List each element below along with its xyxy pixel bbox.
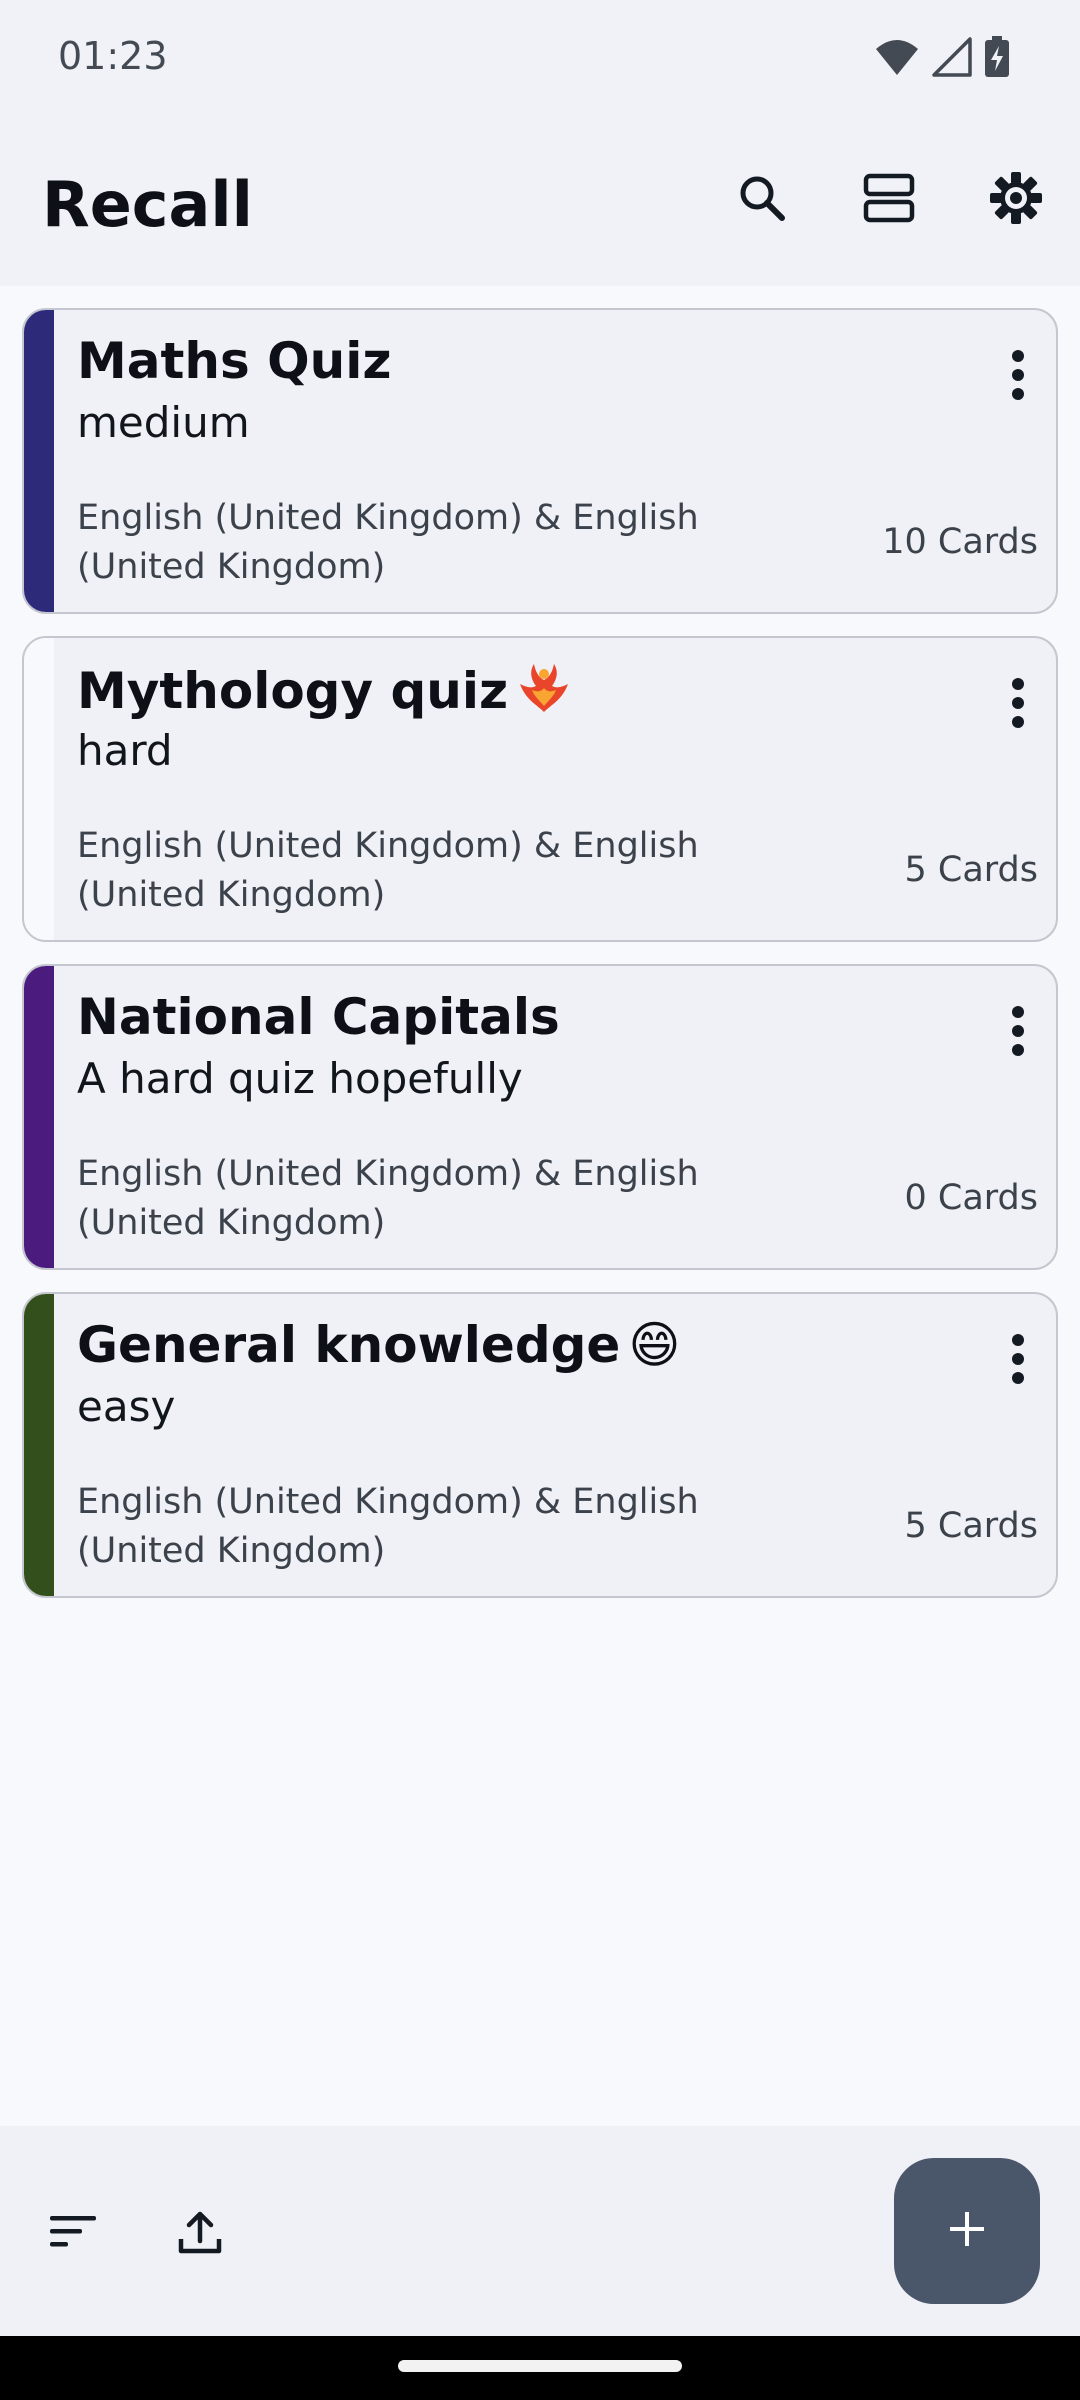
bottom-app-bar bbox=[0, 2126, 1080, 2336]
deck-description: hard bbox=[77, 726, 173, 775]
more-vert-icon bbox=[1011, 677, 1025, 734]
deck-more-button[interactable] bbox=[998, 1326, 1038, 1396]
search-icon bbox=[736, 172, 788, 229]
deck-card[interactable]: National Capitals A hard quiz hopefully … bbox=[22, 964, 1058, 1270]
view-toggle-button[interactable] bbox=[853, 164, 925, 236]
add-icon bbox=[947, 2209, 987, 2254]
export-icon bbox=[177, 2209, 223, 2260]
deck-title: National Capitals bbox=[77, 988, 560, 1046]
deck-languages: English (United Kingdom) & English (Unit… bbox=[77, 498, 699, 587]
deck-color-stripe bbox=[24, 1294, 54, 1596]
deck-languages: English (United Kingdom) & English (Unit… bbox=[77, 1154, 699, 1243]
view-toggle-icon bbox=[863, 173, 915, 228]
status-icons bbox=[874, 36, 1010, 83]
settings-icon bbox=[989, 171, 1043, 230]
deck-emoji bbox=[516, 662, 572, 720]
deck-title: Maths Quiz bbox=[77, 332, 392, 390]
wifi-icon bbox=[874, 37, 920, 82]
deck-more-button[interactable] bbox=[998, 670, 1038, 740]
deck-card[interactable]: Mythology quiz hard English (United King… bbox=[22, 636, 1058, 942]
deck-card-count: 0 Cards bbox=[904, 1178, 1038, 1218]
deck-description: medium bbox=[77, 398, 250, 447]
system-nav-bar bbox=[0, 2336, 1080, 2400]
status-time: 01:23 bbox=[58, 34, 168, 78]
deck-card[interactable]: General knowledge 😄 easy English (United … bbox=[22, 1292, 1058, 1598]
deck-languages: English (United Kingdom) & English (Unit… bbox=[77, 1482, 699, 1571]
deck-title: General knowledge 😄 bbox=[77, 1316, 681, 1374]
phoenix-emoji-icon bbox=[520, 664, 569, 712]
deck-color-stripe bbox=[24, 966, 54, 1268]
deck-card-count: 5 Cards bbox=[904, 1506, 1038, 1546]
deck-emoji: 😄 bbox=[628, 1316, 681, 1374]
more-vert-icon bbox=[1011, 1005, 1025, 1062]
search-button[interactable] bbox=[726, 164, 798, 236]
more-vert-icon bbox=[1011, 349, 1025, 406]
deck-card-count: 10 Cards bbox=[882, 522, 1038, 562]
more-vert-icon bbox=[1011, 1333, 1025, 1390]
sort-button[interactable] bbox=[42, 2202, 106, 2266]
deck-title: Mythology quiz bbox=[77, 660, 572, 720]
sort-icon bbox=[48, 2214, 100, 2255]
export-button[interactable] bbox=[168, 2202, 232, 2266]
deck-color-stripe bbox=[24, 638, 54, 940]
status-bar: 01:23 bbox=[0, 0, 1080, 118]
deck-description: A hard quiz hopefully bbox=[77, 1054, 523, 1103]
deck-card-count: 5 Cards bbox=[904, 850, 1038, 890]
battery-charging-icon bbox=[984, 36, 1010, 83]
deck-more-button[interactable] bbox=[998, 998, 1038, 1068]
deck-languages: English (United Kingdom) & English (Unit… bbox=[77, 826, 699, 915]
gesture-handle[interactable] bbox=[398, 2360, 682, 2372]
deck-description: easy bbox=[77, 1382, 176, 1431]
deck-color-stripe bbox=[24, 310, 54, 612]
deck-list: Maths Quiz medium English (United Kingdo… bbox=[22, 308, 1058, 1620]
add-deck-button[interactable] bbox=[894, 2158, 1040, 2304]
cellular-signal-icon bbox=[932, 37, 972, 82]
deck-more-button[interactable] bbox=[998, 342, 1038, 412]
app-bar: Recall bbox=[0, 118, 1080, 286]
app-title: Recall bbox=[42, 168, 253, 241]
deck-card[interactable]: Maths Quiz medium English (United Kingdo… bbox=[22, 308, 1058, 614]
settings-button[interactable] bbox=[980, 164, 1052, 236]
